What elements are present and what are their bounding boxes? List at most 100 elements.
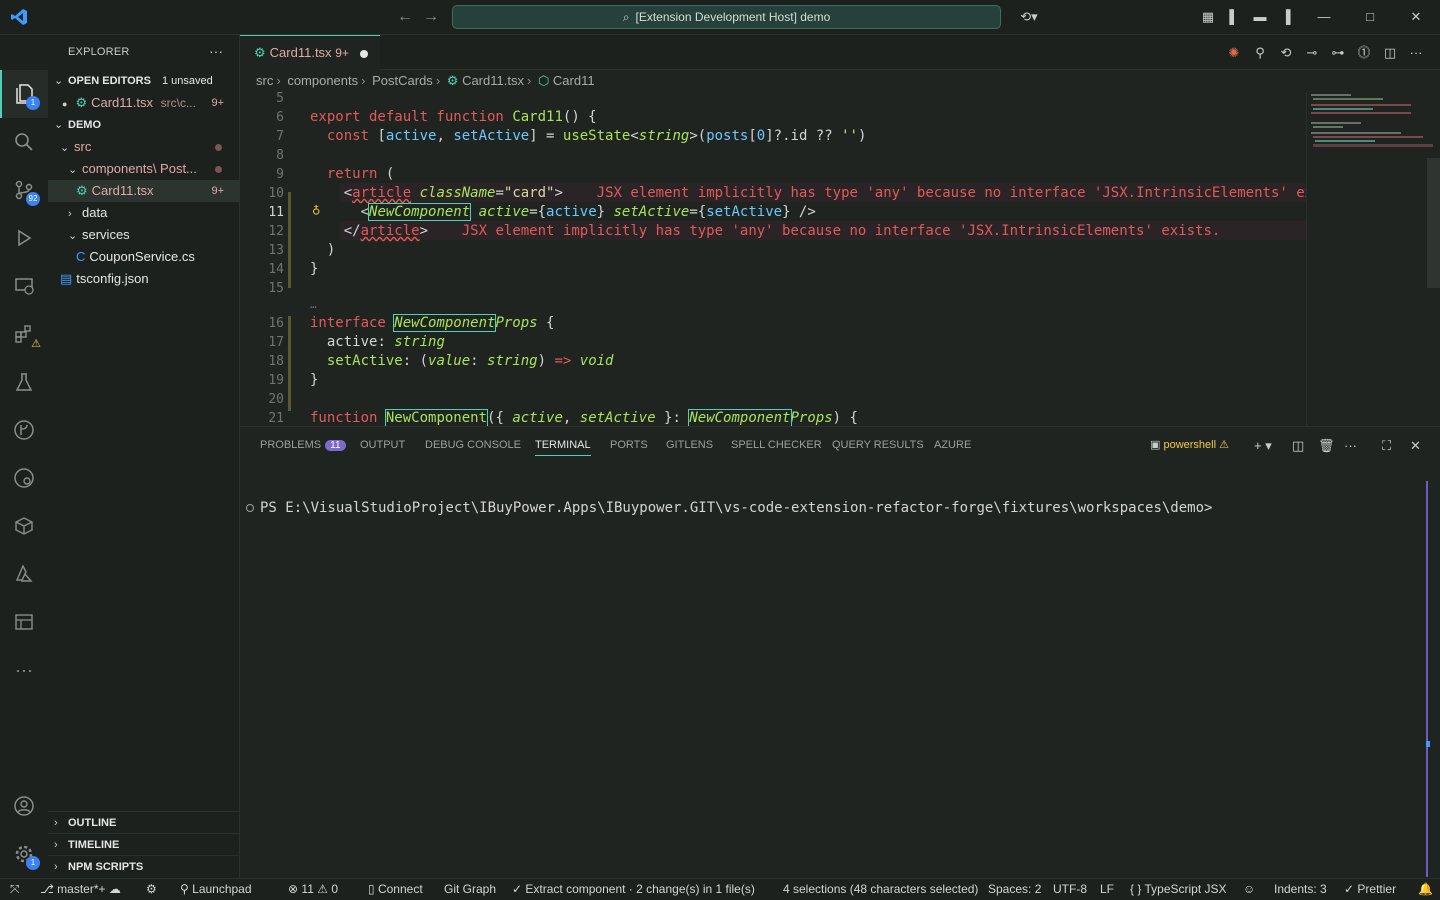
copilot-chat-icon[interactable]: ⟲▾ [1014,9,1044,25]
tab-problems[interactable]: PROBLEMS 11 [260,439,346,451]
database-icon[interactable] [0,598,48,646]
more-actions-icon[interactable]: ··· [1344,438,1357,453]
launchpad-item[interactable]: ⚲ Launchpad [180,879,252,900]
command-center-search[interactable]: ⌕ [Extension Development Host] demo [452,5,1001,29]
language-indicator[interactable]: { } TypeScript JSX [1130,879,1227,900]
toggle-secondary-sidebar-icon[interactable]: ▐ [1278,9,1294,25]
forward-arrow-icon[interactable]: → [423,8,439,26]
explorer-icon[interactable]: 1 [0,70,48,118]
run-debug-icon[interactable] [0,214,48,262]
close-window-icon[interactable]: ✕ [1408,9,1424,25]
extensions-icon[interactable]: ⚠ [0,310,48,358]
prettier-item[interactable]: ✓ Prettier [1344,879,1396,900]
timeline-section[interactable]: › TIMELINE [48,833,240,855]
settings-gear-icon[interactable]: 1 [0,830,48,878]
open-editors-section[interactable]: ⌄ OPEN EDITORS 1 unsaved [48,70,240,92]
chevron-right-icon: › [276,73,281,88]
folded-marker[interactable]: … [310,295,317,314]
split-editor-icon[interactable]: ◫ [1382,45,1398,61]
check-icon: ✓ [512,882,523,896]
terminal-output[interactable]: PS E:\VisualStudioProject\IBuyPower.Apps… [246,500,1212,516]
tab-debug-console[interactable]: DEBUG CONSOLE [425,439,521,451]
scrollbar-thumb[interactable] [1427,158,1440,288]
terminal-scrollbar[interactable] [1426,481,1428,877]
symbol-component-icon: ⬡ [537,73,550,88]
source-control-icon[interactable]: 92 [0,166,48,214]
connect-item[interactable]: ▯ Connect [368,879,423,900]
git-graph-item[interactable]: Git Graph [444,879,496,900]
demo-section[interactable]: ⌄ DEMO [48,114,240,136]
git-compare-icon[interactable]: ⊸ [1304,45,1320,61]
containers-icon[interactable] [0,502,48,550]
toggle-panel-icon[interactable]: ▬ [1252,9,1268,25]
minimize-icon[interactable]: — [1316,9,1332,25]
gitlens-icon[interactable] [0,406,48,454]
eol-indicator[interactable]: LF [1100,879,1114,900]
new-terminal-icon[interactable]: + ▾ [1254,438,1272,454]
breadcrumb-src[interactable]: src [256,73,273,88]
remote-icon[interactable]: ⤧ [10,879,20,900]
branch-indicator[interactable]: ⎇ master*+ ☁ [40,879,121,900]
account-icon[interactable] [0,782,48,830]
tab-azure[interactable]: AZURE [934,439,971,451]
trash-icon[interactable]: 🗑 [1318,438,1335,454]
toggle-sidebar-icon[interactable]: ▌ [1226,9,1242,25]
maximize-panel-icon[interactable]: ⛶ [1382,438,1391,454]
open-editor-card11[interactable]: ● ⚙ Card11.tsx src\c... 9+ [48,92,240,114]
tab-query-results[interactable]: QUERY RESULTS [832,439,924,451]
more-actions-icon[interactable]: ··· [1408,45,1424,61]
close-panel-icon[interactable]: ✕ [1410,438,1421,454]
outline-section[interactable]: › OUTLINE [48,811,240,833]
chevron-right-icon: › [54,861,58,873]
tab-output[interactable]: OUTPUT [360,439,405,451]
tree-item-services[interactable]: ⌄ services [48,224,240,246]
gitlens-icon[interactable]: ⓵ [1356,45,1372,61]
open-changes-icon[interactable]: ⟲ [1278,45,1294,61]
tab-gitlens[interactable]: GITLENS [666,439,713,451]
problems-indicator[interactable]: ⊗ 11 ⚠ 0 [288,879,338,900]
npm-scripts-section[interactable]: › NPM SCRIPTS [48,855,240,877]
copilot-icon[interactable]: ☺ [1243,879,1255,900]
double-check-icon: ✓ [1344,882,1355,896]
notifications-bell-icon[interactable]: 🔔 [1418,879,1433,900]
tree-item-data[interactable]: › data [48,202,240,224]
tree-item-tsconfig[interactable]: ▤ tsconfig.json [48,268,240,290]
breadcrumb-file[interactable]: Card11.tsx [462,73,524,88]
breadcrumb-components[interactable]: components [287,73,358,88]
indents-indicator[interactable]: Indents: 3 [1274,879,1327,900]
maximize-icon[interactable]: □ [1362,9,1378,25]
search-icon[interactable] [0,118,48,166]
tab-spell-checker[interactable]: SPELL CHECKER [731,439,822,451]
tree-item-src[interactable]: ⌄ src [48,136,240,158]
code-editor[interactable]: 5 6 7 8 9 10 11 12 13 14 15 16 17 18 19 … [240,92,1306,426]
minimap[interactable] [1306,92,1440,426]
breadcrumb-symbol[interactable]: Card11 [553,73,595,88]
gitlens-inspect-icon[interactable] [0,454,48,502]
back-arrow-icon[interactable]: ← [397,8,413,26]
refactor-icon[interactable]: ⚲ [1252,45,1268,61]
azure-icon[interactable] [0,550,48,598]
tab-terminal[interactable]: TERMINAL [535,439,591,456]
git-fetch-icon[interactable]: ⚙ [146,879,157,900]
tree-item-components[interactable]: ⌄ components\ Post... [48,158,240,180]
extract-component-item[interactable]: ✓ Extract component · 2 change(s) in 1 f… [512,879,755,900]
git-commit-icon[interactable]: ⊶ [1330,45,1346,61]
vscode-logo-icon [11,9,27,25]
more-icon[interactable]: ··· [0,646,48,694]
tab-card11[interactable]: ⚙ Card11.tsx 9+ [240,35,380,70]
encoding-indicator[interactable]: UTF-8 [1053,879,1087,900]
more-actions-icon[interactable]: ··· [209,43,223,59]
split-terminal-icon[interactable]: ◫ [1292,438,1304,454]
customize-layout-icon[interactable]: ▦ [1200,9,1216,25]
remote-explorer-icon[interactable] [0,262,48,310]
selection-indicator[interactable]: 4 selections (48 characters selected) [783,879,978,900]
testing-icon[interactable] [0,358,48,406]
breadcrumb-postcards[interactable]: PostCards [372,73,433,88]
sparkle-icon[interactable]: ✺ [1226,45,1242,61]
indentation-indicator[interactable]: Spaces: 2 [988,879,1041,900]
tree-item-couponservice[interactable]: C CouponService.cs [48,246,240,268]
tree-item-card11[interactable]: ⚙ Card11.tsx 9+ [48,180,240,202]
tab-ports[interactable]: PORTS [610,439,648,451]
terminal-shell-selector[interactable]: ▣ powershell ⚠ [1150,438,1229,451]
unsaved-dot-icon[interactable] [360,50,368,58]
